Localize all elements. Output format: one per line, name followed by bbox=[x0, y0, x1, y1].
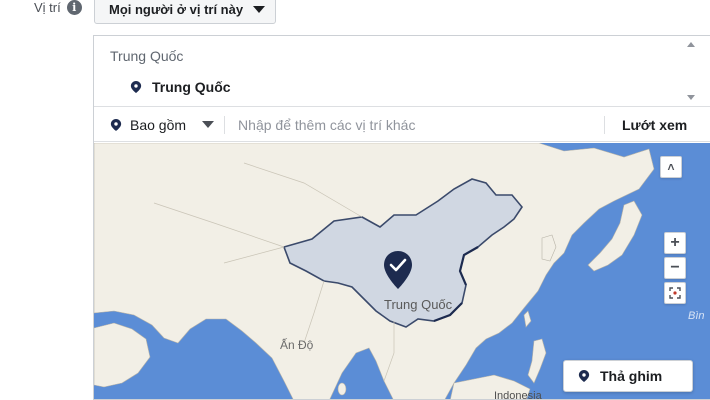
include-exclude-dropdown[interactable]: Bao gồm bbox=[94, 108, 215, 141]
chevron-up-icon: ˄ bbox=[667, 160, 675, 174]
scroll-down-icon[interactable] bbox=[687, 95, 695, 100]
map-label-ocean: Bìn bbox=[688, 310, 705, 322]
map-label-india: Ấn Độ bbox=[280, 337, 314, 352]
location-label-text: Vị trí bbox=[34, 0, 61, 15]
location-audience-dropdown[interactable]: Mọi người ở vị trí này bbox=[94, 0, 277, 24]
divider bbox=[224, 115, 226, 134]
map-label-indonesia: Indonesia bbox=[494, 390, 543, 400]
drop-pin-button[interactable]: Thả ghim bbox=[563, 360, 693, 392]
list-item[interactable]: Trung Quốc bbox=[130, 79, 231, 95]
minus-icon: − bbox=[670, 259, 680, 276]
zoom-in-button[interactable]: + bbox=[664, 232, 686, 254]
location-pin-icon bbox=[578, 370, 590, 382]
location-pin-icon bbox=[130, 81, 142, 93]
location-panel: Trung Quốc Trung Quốc Bao gồm Lướt xem bbox=[93, 35, 710, 400]
caret-down-icon bbox=[253, 5, 266, 13]
fullscreen-icon bbox=[669, 287, 681, 299]
drop-pin-label: Thả ghim bbox=[600, 368, 663, 384]
list-item-label: Trung Quốc bbox=[152, 79, 231, 95]
map-label-selected-country: Trung Quốc bbox=[384, 297, 453, 312]
browse-button[interactable]: Lướt xem bbox=[622, 117, 687, 133]
list-group-heading: Trung Quốc bbox=[110, 48, 184, 64]
location-map[interactable]: Trung Quốc Ấn Độ Indonesia Bìn ˄ + − Thả… bbox=[94, 143, 710, 400]
location-search-input[interactable] bbox=[238, 112, 579, 137]
caret-down-icon bbox=[202, 121, 215, 128]
map-collapse-button[interactable]: ˄ bbox=[660, 156, 682, 178]
divider bbox=[604, 115, 605, 134]
selected-locations-list[interactable]: Trung Quốc Trung Quốc bbox=[94, 36, 710, 107]
include-label: Bao gồm bbox=[130, 116, 187, 133]
location-audience-dropdown-label: Mọi người ở vị trí này bbox=[109, 1, 244, 17]
zoom-out-button[interactable]: − bbox=[664, 257, 686, 279]
location-label: Vị trí i bbox=[34, 0, 82, 15]
landmass-sri-lanka bbox=[337, 382, 347, 396]
scroll-up-icon[interactable] bbox=[687, 42, 695, 47]
fullscreen-button[interactable] bbox=[664, 282, 686, 304]
plus-icon: + bbox=[670, 234, 680, 251]
info-icon[interactable]: i bbox=[66, 0, 82, 15]
location-pin-icon bbox=[110, 118, 122, 131]
location-filter-row: Bao gồm Lướt xem bbox=[94, 108, 710, 142]
list-scrollbar[interactable] bbox=[686, 40, 696, 102]
